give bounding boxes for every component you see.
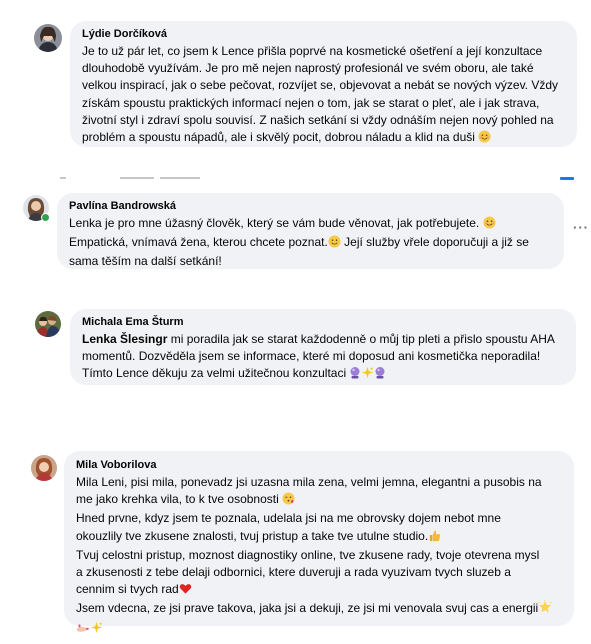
comment-text: okouzlily tve zkusene znalosti, tvuj pri…: [76, 528, 562, 547]
comment-text: Mila Leni, pisi mila, ponevadz jsi uzasn…: [76, 475, 542, 489]
comment-bubble: Michala Ema Šturm Lenka Šlesingr mi pora…: [70, 309, 576, 385]
comment-text: životní styl i zdraví spolu souvisí. Z n…: [82, 112, 554, 127]
avatar-photo-icon: [31, 455, 57, 481]
comment-bubble: Lýdie Dorčíková Je to už pár let, co jse…: [70, 21, 577, 147]
comment-text: a zkusenosti z tebe delaji odbornici, kt…: [76, 565, 511, 580]
winking-kiss-icon: [282, 492, 295, 510]
red-heart-icon: [179, 582, 192, 600]
avatar[interactable]: [34, 24, 62, 52]
avatar-photo-icon: [34, 24, 62, 52]
crystal-ball-icon: [374, 366, 386, 384]
comment-author[interactable]: Pavlína Bandrowská: [69, 199, 552, 214]
cropped-text-fragment: [60, 177, 574, 180]
avatar-photo-icon: [35, 311, 61, 337]
comment-text: cennim si tvych rad: [76, 581, 562, 600]
sparkles-icon: [361, 366, 375, 384]
smiling-face-icon: [478, 130, 491, 148]
comment-text: Lenka je pro mne úžasný člověk, který se…: [69, 215, 552, 234]
comment-text: me jako krehka vila, to k tve osobnosti: [76, 491, 562, 510]
online-status-dot: [41, 213, 50, 222]
thumbs-up-icon: [428, 529, 441, 547]
mention-tag[interactable]: Lenka Šlesingr: [82, 332, 167, 346]
comment-text: Empatická, vnímavá žena, kterou chcete p…: [69, 234, 552, 253]
comment-text-last: Tímto Lence děkuju za velmi užitečnou ko…: [82, 365, 564, 384]
comment-text: získám spoustu praktických informací nej…: [82, 95, 540, 110]
comment-text: sama těším na další setkání!: [69, 254, 222, 269]
avatar[interactable]: [31, 455, 57, 481]
comment-author[interactable]: Mila Voborilova: [76, 458, 562, 473]
cropped-meta-strip: [60, 176, 580, 188]
comment-text: dlouhodobě využívám. Je pro mě nejen nap…: [82, 61, 534, 76]
manicure-icon: [76, 622, 90, 639]
comment-text: Tvuj celostni pristup, moznost diagnosti…: [76, 547, 540, 562]
comment-bubble: Mila Voborilova Mila Leni, pisi mila, po…: [64, 451, 574, 633]
comment-author[interactable]: Michala Ema Šturm: [82, 315, 564, 330]
smiling-face-icon: [483, 216, 496, 234]
sparkles-icon: [90, 621, 103, 639]
more-options-icon[interactable]: ···: [573, 220, 589, 235]
comment-bubble: Pavlína Bandrowská Lenka je pro mne úžas…: [57, 193, 564, 269]
comment-author[interactable]: Lýdie Dorčíková: [82, 27, 565, 42]
crystal-ball-icon: [349, 366, 361, 384]
smiling-face-icon: [328, 235, 341, 253]
comment-text: Hned prvne, kdyz jsem te poznala, udelal…: [76, 511, 501, 526]
glowing-star-icon: [538, 600, 552, 619]
comment-text: momentů. Dozvěděla jsem se informace, kt…: [82, 349, 541, 364]
comment-text: velkou inspirací, jak o sebe pečovat, ro…: [82, 78, 559, 93]
comment-text: Jsem vdecna, ze jsi prave takova, jaka j…: [76, 600, 562, 619]
comment-text-emoji-row: [76, 620, 562, 639]
comment-text-last: problém a spoustu nápadů, ale i skvělý p…: [82, 129, 565, 148]
avatar[interactable]: [35, 311, 61, 337]
comment-text: Je to už pár let, co jsem k Lence přišla…: [82, 44, 543, 58]
comment-text: Lenka Šlesingr mi poradila jak se starat…: [82, 332, 555, 346]
